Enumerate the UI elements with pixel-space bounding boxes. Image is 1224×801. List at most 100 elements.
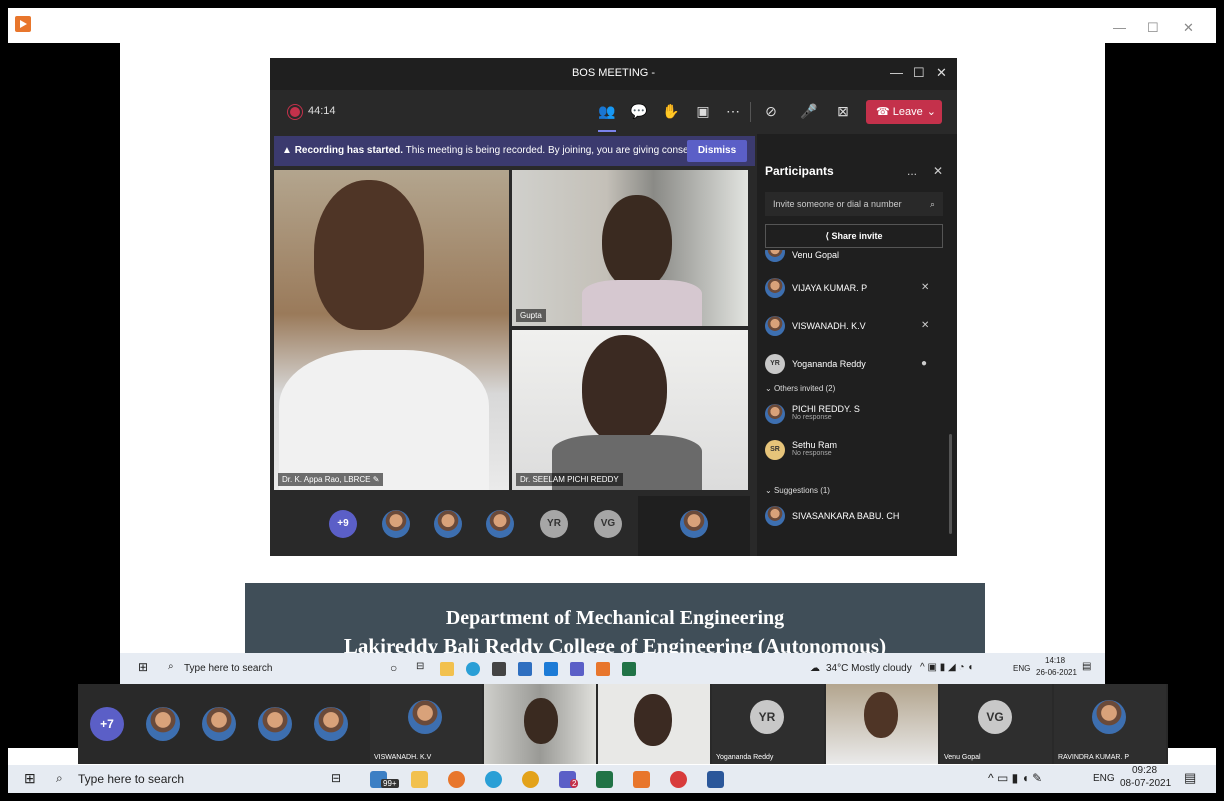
windows-start-icon: ⊞ bbox=[138, 660, 149, 674]
close-icon[interactable]: ✕ bbox=[1183, 20, 1194, 36]
camera-off-icon[interactable]: ⊘ bbox=[762, 102, 780, 120]
maximize-icon[interactable]: ☐ bbox=[1147, 20, 1159, 36]
filmstrip-tile[interactable]: RAVINDRA KUMAR. P bbox=[1054, 684, 1166, 764]
people-icon[interactable]: 👥 bbox=[598, 102, 616, 120]
participant-shirt bbox=[582, 280, 702, 326]
more-options-icon[interactable]: ... bbox=[907, 164, 917, 178]
office-icon bbox=[596, 662, 610, 676]
participant-row[interactable]: SR Sethu Ram No response bbox=[765, 436, 945, 466]
weather-icon: ☁ bbox=[810, 663, 820, 674]
file-explorer-icon[interactable] bbox=[411, 771, 428, 788]
meeting-close-icon[interactable]: ✕ bbox=[936, 65, 947, 81]
avatar[interactable] bbox=[314, 707, 348, 741]
viewer-title-bar: — ☐ ✕ bbox=[8, 8, 1216, 43]
mail-icon bbox=[544, 662, 558, 676]
task-view-icon[interactable]: ⊟ bbox=[331, 771, 341, 785]
participant-row[interactable]: YR Yogananda Reddy ● bbox=[765, 350, 945, 380]
participant-row[interactable]: VIJAYA KUMAR. P ✕ bbox=[765, 274, 945, 304]
letterbox-right bbox=[1105, 43, 1216, 748]
overflow-count[interactable]: +7 bbox=[90, 707, 124, 741]
filmstrip-tile[interactable]: VISWANADH. K.V bbox=[370, 684, 482, 764]
app-icon bbox=[518, 662, 532, 676]
participant-head bbox=[582, 335, 667, 445]
search-icon: ⌕ bbox=[168, 661, 174, 672]
chat-icon[interactable]: 💬 bbox=[630, 102, 648, 120]
participant-head bbox=[864, 692, 898, 738]
edge-icon[interactable] bbox=[485, 771, 502, 788]
taskbar-time[interactable]: 09:28 bbox=[1132, 765, 1157, 776]
letterbox-left bbox=[8, 43, 120, 748]
avatar[interactable] bbox=[486, 510, 514, 538]
excel-icon[interactable] bbox=[596, 771, 613, 788]
filmstrip-tile[interactable] bbox=[826, 684, 938, 764]
avatar-initials[interactable]: YR bbox=[540, 510, 568, 538]
tray-icons[interactable]: ^ ▭ ▮ ◖ ✎ bbox=[988, 771, 1042, 785]
filmstrip-tile[interactable]: YR Yogananda Reddy bbox=[712, 684, 824, 764]
chevron-down-icon[interactable]: ⌄ bbox=[927, 100, 936, 124]
participant-row[interactable]: VISWANADH. K.V ✕ bbox=[765, 312, 945, 342]
chrome-icon[interactable] bbox=[522, 771, 539, 788]
participant-name: PICHI REDDY. S bbox=[792, 404, 860, 414]
taskbar-lang[interactable]: ENG bbox=[1093, 773, 1115, 784]
meeting-filmstrip: +7 VISWANADH. K.V YR Yogananda Reddy VG … bbox=[78, 684, 1168, 764]
banner-text: This meeting is being recorded. By joini… bbox=[405, 145, 717, 156]
participant-name: SIVASANKARA BABU. CH bbox=[792, 511, 900, 521]
self-view[interactable] bbox=[638, 496, 750, 556]
avatar-initials: VG bbox=[978, 700, 1012, 734]
mic-off-icon: ✎ bbox=[372, 475, 380, 484]
video-label-top-right: Gupta bbox=[516, 309, 546, 322]
filmstrip-tile[interactable] bbox=[598, 684, 710, 764]
panel-close-icon[interactable]: ✕ bbox=[933, 164, 943, 178]
slide-line-1: Department of Mechanical Engineering bbox=[445, 607, 785, 629]
avatar bbox=[765, 404, 785, 424]
participant-head bbox=[524, 698, 558, 744]
filmstrip-tile[interactable] bbox=[484, 684, 596, 764]
dismiss-button[interactable]: Dismiss bbox=[687, 140, 747, 162]
video-main[interactable]: Dr. K. Appa Rao, LBRCE ✎ bbox=[274, 170, 509, 490]
invite-input[interactable]: Invite someone or dial a number ⌕ bbox=[765, 192, 943, 216]
rooms-icon[interactable]: ▣ bbox=[694, 102, 712, 120]
mic-off-icon[interactable]: 🎤 bbox=[800, 102, 818, 120]
meeting-maximize-icon[interactable]: ☐ bbox=[913, 65, 925, 81]
app-icon[interactable] bbox=[633, 771, 650, 788]
notification-icon[interactable]: ▤ bbox=[1184, 770, 1196, 786]
participants-heading: Participants bbox=[765, 164, 834, 178]
suggestions-section[interactable]: ⌄ Suggestions (1) bbox=[765, 486, 830, 495]
share-invite-button[interactable]: ⟨ Share invite bbox=[765, 224, 943, 248]
participant-head bbox=[602, 195, 672, 290]
avatar-initials[interactable]: VG bbox=[594, 510, 622, 538]
windows-start-icon[interactable]: ⊞ bbox=[24, 770, 36, 787]
avatar[interactable] bbox=[382, 510, 410, 538]
avatar[interactable] bbox=[434, 510, 462, 538]
screen: — ☐ ✕ Department of Mechanical Engineeri… bbox=[8, 8, 1216, 793]
participant-status: No response bbox=[792, 450, 832, 457]
taskbar-date[interactable]: 08-07-2021 bbox=[1120, 778, 1171, 789]
participant-row[interactable]: SIVASANKARA BABU. CH bbox=[765, 502, 945, 532]
word-icon[interactable] bbox=[707, 771, 724, 788]
video-top-right[interactable]: Gupta bbox=[512, 170, 748, 326]
taskbar-search-input[interactable]: Type here to search bbox=[78, 772, 184, 786]
firefox-icon[interactable] bbox=[448, 771, 465, 788]
shared-search-text: Type here to search bbox=[184, 663, 273, 674]
more-actions-icon[interactable]: ⋯ bbox=[724, 102, 742, 120]
reactions-icon[interactable]: ✋ bbox=[662, 102, 680, 120]
tray-icons: ^ ▣ ▮ ◢ ◔ ◖ bbox=[920, 662, 974, 673]
avatar[interactable] bbox=[258, 707, 292, 741]
panel-scrollbar[interactable] bbox=[949, 434, 952, 534]
teams-meeting-window: BOS MEETING - — ☐ ✕ 44:14 👥 💬 ✋ ▣ ⋯ ⊘ 🎤 … bbox=[270, 58, 957, 556]
filmstrip-tile[interactable]: VG Venu Gopal bbox=[940, 684, 1052, 764]
chrome-icon[interactable] bbox=[670, 771, 687, 788]
meeting-minimize-icon[interactable]: — bbox=[890, 65, 903, 80]
participant-name: Sethu Ram bbox=[792, 440, 838, 450]
avatar[interactable] bbox=[202, 707, 236, 741]
participant-row[interactable]: PICHI REDDY. S No response bbox=[765, 400, 945, 430]
overflow-count[interactable]: +9 bbox=[329, 510, 357, 538]
others-invited-section[interactable]: ⌄ Others invited (2) bbox=[765, 384, 835, 393]
minimize-icon[interactable]: — bbox=[1113, 20, 1126, 35]
badge: 99+ bbox=[381, 779, 399, 788]
leave-button[interactable]: ☎ Leave ⌄ bbox=[866, 100, 942, 124]
avatar[interactable] bbox=[146, 707, 180, 741]
video-bottom-right[interactable]: Dr. SEELAM PICHI REDDY bbox=[512, 330, 748, 490]
participant-row[interactable]: Venu Gopal bbox=[765, 250, 945, 266]
share-tray-icon[interactable]: ⊠ bbox=[834, 102, 852, 120]
